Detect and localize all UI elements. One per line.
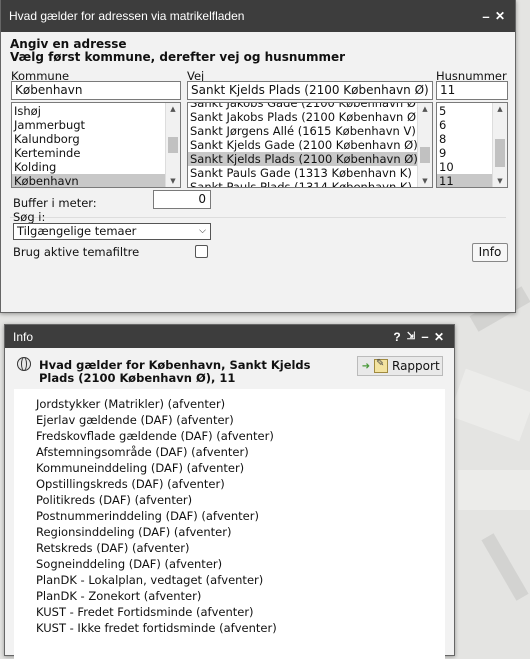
list-item[interactable]: Jammerbugt [12,118,166,132]
info-window-titlebar[interactable]: Info ? ⇲ – ✕ [5,325,454,348]
list-item-selected[interactable]: København [12,174,166,187]
list-item[interactable]: Ishøj [12,104,166,118]
address-window: Hvad gælder for adressen via matrikelfla… [0,0,516,313]
map-road [448,368,530,442]
scroll-thumb[interactable] [495,139,505,167]
search-select[interactable]: Tilgængelige temaer ⌵ [13,223,211,240]
filter-checkbox[interactable] [195,245,208,258]
list-item[interactable]: Kommuneinddeling (DAF) (afventer) [14,460,445,476]
buffer-input[interactable]: 0 [153,190,211,209]
list-item[interactable]: KUST - Ikke fredet fortidsminde (afvente… [14,620,445,636]
husnummer-list[interactable]: 5 6 8 9 10 11 ▲ ▼ [436,102,508,188]
scroll-down-icon[interactable]: ▼ [493,175,507,187]
minimize-icon[interactable]: – [418,329,432,344]
address-form: Angiv en adresse Vælg først kommune, der… [1,32,515,312]
vej-list[interactable]: Sankt Jakobs Gade (2100 København Ø) San… [187,102,433,188]
list-item[interactable]: Afstemningsområde (DAF) (afventer) [14,444,445,460]
list-item[interactable]: Kolding [12,160,166,174]
globe-icon [17,357,31,371]
scroll-thumb[interactable] [168,137,178,153]
info-header: Hvad gælder for København, Sankt Kjelds … [5,348,454,386]
list-item[interactable]: 5 [437,104,493,118]
scrollbar[interactable]: ▲ ▼ [165,103,180,187]
kommune-list[interactable]: Ishøj Jammerbugt Kalundborg Kerteminde K… [11,102,181,188]
list-item[interactable]: Sankt Jakobs Gade (2100 København Ø) [188,103,420,110]
list-item[interactable]: Kerteminde [12,146,166,160]
scroll-thumb[interactable] [420,147,430,163]
arrow-icon: ➜ [361,360,371,372]
scroll-up-icon[interactable]: ▲ [493,103,507,115]
help-icon[interactable]: ? [390,330,404,344]
results-list: Jordstykker (Matrikler) (afventer) Ejerl… [14,389,445,659]
report-button-label: Rapport [392,359,440,373]
list-item[interactable]: Fredskovflade gældende (DAF) (afventer) [14,428,445,444]
list-item[interactable]: Ejerlav gældende (DAF) (afventer) [14,412,445,428]
list-item[interactable]: Sankt Pauls Plads (1314 København K) [188,180,418,187]
report-icon [374,358,388,373]
list-item[interactable]: Regionsinddeling (DAF) (afventer) [14,524,445,540]
info-window: Info ? ⇲ – ✕ Hvad gælder for København, … [4,324,455,659]
list-item[interactable]: Sogneinddeling (DAF) (afventer) [14,556,445,572]
list-item[interactable]: Sankt Kjelds Gade (2100 København Ø) [188,138,418,152]
report-button[interactable]: ➜ Rapport [357,356,443,376]
list-item[interactable]: 9 [437,146,493,160]
vej-input[interactable]: Sankt Kjelds Plads (2100 København Ø) [187,81,433,100]
minimize-icon[interactable]: – [479,9,493,24]
list-item[interactable]: PlanDK - Lokalplan, vedtaget (afventer) [14,572,445,588]
chevron-down-icon: ⌵ [199,226,206,236]
husnummer-input[interactable]: 11 [436,81,508,100]
window-title: Hvad gælder for adressen via matrikelfla… [9,9,245,23]
list-item[interactable]: Jordstykker (Matrikler) (afventer) [14,396,445,412]
list-item-selected[interactable]: 11 [437,174,493,187]
popout-icon[interactable]: ⇲ [404,331,418,342]
scrollbar[interactable]: ▲ ▼ [492,103,507,187]
list-item[interactable]: Sankt Pauls Gade (1313 København K) [188,166,418,180]
scrollbar[interactable]: ▲ ▼ [417,103,432,187]
search-label: Søg i: [13,210,46,224]
buffer-label: Buffer i meter: [13,196,97,210]
list-item[interactable]: KUST - Fredet Fortidsminde (afventer) [14,604,445,620]
address-window-titlebar[interactable]: Hvad gælder for adressen via matrikelfla… [1,0,515,32]
scroll-up-icon[interactable]: ▲ [166,103,180,115]
scroll-down-icon[interactable]: ▼ [418,175,432,187]
filter-label: Brug aktive temafiltre [13,245,140,259]
list-item[interactable]: Opstillingskreds (DAF) (afventer) [14,476,445,492]
list-item[interactable]: Sankt Jørgens Allé (1615 København V) [188,124,418,138]
list-item[interactable]: Postnummerinddeling (DAF) (afventer) [14,508,445,524]
scroll-down-icon[interactable]: ▼ [166,175,180,187]
list-item[interactable]: Sankt Jakobs Plads (2100 København Ø) [188,110,421,124]
close-icon[interactable]: ✕ [493,9,507,23]
list-item[interactable]: Retskreds (DAF) (afventer) [14,540,445,556]
list-item[interactable]: 10 [437,160,493,174]
list-item[interactable]: PlanDK - Zonekort (afventer) [14,588,445,604]
list-item[interactable]: Kalundborg [12,132,166,146]
kommune-input[interactable]: København [11,81,181,100]
info-heading: Hvad gælder for København, Sankt Kjelds … [39,358,311,385]
intro-subheading: Vælg først kommune, derefter vej og husn… [10,50,346,64]
divider [10,217,506,218]
search-select-value: Tilgængelige temaer [17,224,137,238]
close-icon[interactable]: ✕ [432,330,446,344]
list-item[interactable]: 6 [437,118,493,132]
map-road [481,533,529,601]
list-item-selected[interactable]: Sankt Kjelds Plads (2100 København Ø) [188,152,418,166]
list-item[interactable]: 8 [437,132,493,146]
scroll-up-icon[interactable]: ▲ [418,103,432,115]
info-button[interactable]: Info [472,243,508,262]
map-road [458,470,530,510]
list-item[interactable]: Politikreds (DAF) (afventer) [14,492,445,508]
info-window-title: Info [13,329,34,344]
